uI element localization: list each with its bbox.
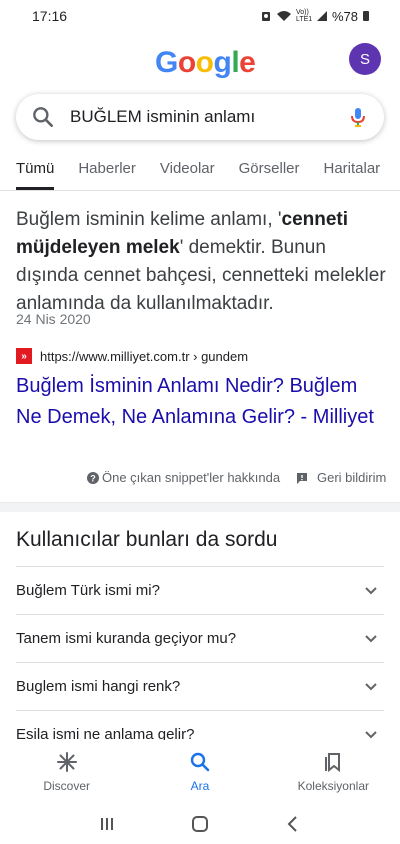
- milliyet-favicon-icon: »: [16, 348, 32, 364]
- battery-label: %78: [331, 8, 358, 24]
- section-separator: [0, 502, 400, 512]
- status-bar: 17:16 Vo)) LTE1 %78: [0, 0, 400, 32]
- feedback-button[interactable]: Geri bildirim: [295, 470, 386, 485]
- help-icon: ?: [87, 471, 99, 484]
- tab-all[interactable]: Tümü: [16, 160, 55, 190]
- asterisk-icon: [56, 752, 77, 772]
- featured-snippet-text: Buğlem isminin kelime anlamı, 'cenneti m…: [16, 209, 386, 314]
- snippet-meta: ? Öne çıkan snippet'ler hakkında Geri bi…: [0, 470, 400, 490]
- search-icon: [190, 752, 210, 772]
- status-time: 17:16: [32, 8, 68, 24]
- avatar[interactable]: S: [349, 43, 381, 75]
- home-icon[interactable]: [190, 814, 210, 834]
- chevron-down-icon: [365, 586, 377, 594]
- google-logo[interactable]: Google: [155, 46, 256, 80]
- paa-title: Kullanıcılar bunları da sordu: [16, 528, 278, 551]
- divider: [0, 190, 400, 191]
- about-snippets-link[interactable]: ? Öne çıkan snippet'ler hakkında: [86, 470, 280, 485]
- battery-icon: [363, 11, 369, 21]
- nav-collections[interactable]: Koleksiyonlar: [273, 751, 393, 793]
- wifi-icon: [276, 11, 291, 21]
- svg-text:?: ?: [90, 473, 96, 483]
- snippet-date: 24 Nis 2020: [16, 311, 91, 327]
- chevron-down-icon: [365, 682, 377, 690]
- source-url-text: https://www.milliyet.com.tr › gundem: [40, 348, 249, 364]
- paa-question[interactable]: Buglem ismi hangi renk?: [16, 662, 384, 710]
- search-input[interactable]: BUĞLEM isminin anlamı: [16, 94, 384, 140]
- search-icon: [33, 107, 53, 127]
- search-query[interactable]: BUĞLEM isminin anlamı: [70, 107, 346, 127]
- tab-images[interactable]: Görseller: [239, 160, 300, 190]
- nav-search[interactable]: Ara: [140, 751, 260, 793]
- chevron-down-icon: [365, 634, 377, 642]
- source-url[interactable]: » https://www.milliyet.com.tr › gundem: [16, 348, 248, 364]
- notification-icon: [261, 12, 270, 21]
- recents-icon[interactable]: [97, 814, 117, 834]
- status-icons: Vo)) LTE1 %78: [260, 9, 370, 24]
- back-icon[interactable]: [283, 814, 303, 834]
- mic-icon[interactable]: [346, 105, 370, 129]
- bottom-nav: Discover Ara Koleksiyonlar: [0, 740, 400, 804]
- tab-maps[interactable]: Haritalar: [324, 160, 381, 190]
- result-title-link[interactable]: Buğlem İsminin Anlamı Nedir? Buğlem Ne D…: [16, 371, 386, 433]
- tab-videos[interactable]: Videolar: [160, 160, 215, 190]
- network-label: Vo)) LTE1: [295, 9, 313, 23]
- feedback-icon: [297, 472, 307, 484]
- system-nav: [0, 804, 400, 844]
- paa-list: Buğlem Türk ismi mi? Tanem ismi kuranda …: [16, 566, 384, 758]
- tab-news[interactable]: Haberler: [78, 160, 136, 190]
- paa-question[interactable]: Buğlem Türk ismi mi?: [16, 566, 384, 614]
- collections-icon: [325, 753, 341, 773]
- signal-icon: [316, 11, 327, 21]
- search-tabs: Tümü Haberler Videolar Görseller Harital…: [0, 160, 400, 194]
- header: Google S: [0, 40, 400, 92]
- paa-question[interactable]: Tanem ismi kuranda geçiyor mu?: [16, 614, 384, 662]
- nav-discover[interactable]: Discover: [7, 751, 127, 793]
